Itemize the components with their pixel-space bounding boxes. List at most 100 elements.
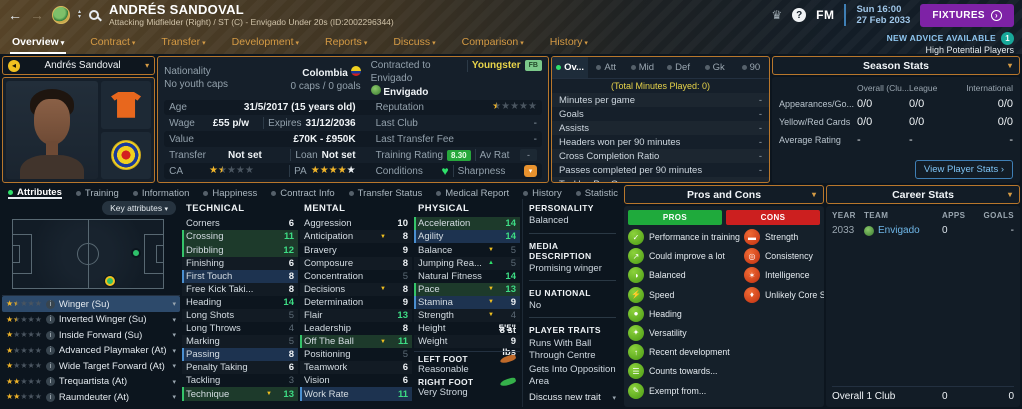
info-icon: i [45,315,55,325]
role-row[interactable]: ★ ★ ★ ★ ★ i Wide Target Forward (At) ▾ [2,358,180,374]
pa-label: PA [294,165,307,177]
tab-reports[interactable]: Reports ▾ [323,32,369,54]
pros-button[interactable]: PROS [628,210,722,225]
wage-value: £55 p/w [212,117,249,129]
career-stats-header[interactable]: Career Stats ▾ [826,185,1020,204]
pro-item[interactable]: ☰ Counts towards... [628,363,740,380]
subtab-statistic[interactable]: Statistic [575,185,618,199]
sharpness-icon[interactable]: ▾ [523,165,537,178]
tab-development[interactable]: Development ▾ [230,32,301,54]
team-link[interactable]: Envigado [864,225,942,236]
forward-arrow-icon[interactable]: → [30,7,44,23]
pro-item[interactable]: ✎ Exempt from... [628,382,740,399]
pro-item[interactable]: ↗ Could improve a lot [628,248,740,265]
tab-contract[interactable]: Contract ▾ [88,32,137,54]
reputation-label: Reputation [375,101,424,113]
search-icon[interactable] [89,10,100,20]
tab-dot-icon [203,190,209,196]
view-player-stats-link[interactable]: View Player Stats › [914,160,1013,179]
last-fee-value: - [533,133,537,145]
role-row[interactable]: ★ ★ ★ ★ ★ i Winger (Su) ▾ [2,296,180,312]
club-link[interactable]: Envigado [383,87,428,98]
tab-history[interactable]: History ▾ [548,32,590,54]
help-icon[interactable]: ? [792,8,807,22]
stats-tab-ov[interactable]: Ov... [551,57,589,78]
club-kit-icon[interactable] [101,81,152,129]
eu-national-value: No [529,300,542,312]
cons-button[interactable]: CONS [726,210,820,225]
subtab-information[interactable]: Information [132,185,189,199]
last-club-value: - [533,117,537,129]
season-stats-header[interactable]: Season Stats ▾ [772,56,1020,75]
stats-tab-gk[interactable]: Gk [697,57,733,78]
chevron-down-icon: ▾ [172,347,176,355]
advice-notification[interactable]: NEW ADVICE AVAILABLE 1 High Potential Pl… [887,32,1014,56]
con-item[interactable]: ▬ Strength [743,229,824,245]
info-icon: i [45,361,55,371]
pros-cons-header[interactable]: Pros and Cons ▾ [624,185,824,204]
stats-tab-mid[interactable]: Mid [624,57,660,78]
subtab-contract-info[interactable]: Contract Info [271,185,335,199]
subtab-training[interactable]: Training [75,185,119,199]
pro-item[interactable]: ✓ Performance in training [628,229,740,245]
club-badge-icon[interactable] [52,6,70,24]
discuss-new-trait[interactable]: Discuss new trait ▾ [529,392,616,403]
nation-badge-icon[interactable] [101,131,152,179]
role-row[interactable]: ★ ★ ★ ★ ★ i Advanced Playmaker (At) ▾ [2,343,180,359]
tab-transfer[interactable]: Transfer ▾ [159,32,207,54]
attribute-row: Strength ▼ 4 [414,309,520,322]
tab-overview[interactable]: Overview ▾ [10,32,67,54]
subtab-history[interactable]: History [523,185,562,199]
stats-tab-def[interactable]: Def [660,57,696,78]
role-row[interactable]: ★ ★ ★ ★ ★ i Raumdeuter (At) ▾ [2,389,180,405]
attribute-row: Penalty Taking 6 [182,361,298,374]
main-nav-tabs: Overview ▾ Contract ▾ Transfer ▾ Development ▾ R… [0,30,1022,54]
fixtures-button[interactable]: FIXTURES › [920,3,1014,27]
role-row[interactable]: ★ ★ ★ ★ ★ i Inverted Winger (Su) ▾ [2,312,180,328]
subtab-medical-report[interactable]: Medical Report [436,185,509,199]
tab-dot-icon [556,65,562,70]
personality-label: PERSONALITY [529,203,594,214]
attribute-row: Positioning 5 [304,349,408,361]
player-select-dropdown[interactable]: ◂ Andrés Sandoval ▾ [2,56,156,75]
left-boot-icon [499,353,517,365]
attribute-row: Acceleration 14 [414,217,520,231]
career-overall-label: Overall 1 Club [832,391,896,402]
stats-tab-90[interactable]: 90 [733,57,769,78]
attribute-row: First Touch 8 [182,269,298,283]
achievements-icon[interactable]: ♛ [771,8,782,22]
pro-item[interactable]: ◑ Balanced [628,267,740,284]
tab-discuss[interactable]: Discuss ▾ [391,32,437,54]
cycle-player-icon[interactable]: ▴ ▾ [78,9,81,20]
role-row[interactable]: ★ ★ ★ ★ ★ i Inside Forward (Su) ▾ [2,327,180,343]
tab-comparison[interactable]: Comparison ▾ [460,32,526,54]
con-item[interactable]: ◎ Consistency [743,248,824,265]
pro-item[interactable]: ⚡ Speed [628,286,740,303]
back-arrow-icon[interactable]: ← [8,7,22,23]
stat-row: Passes completed per 90 minutes - [558,164,762,176]
season-row: Appearances/Go... 0/0 0/0 0/0 [779,98,1013,110]
info-icon: i [45,346,55,356]
right-boot-icon [499,376,517,388]
pro-item[interactable]: ✦ Versatility [628,324,740,341]
match-stats-panel: Ov... Att Mid Def Gk 90 (Total Minutes Played… [550,56,770,183]
key-attributes-dropdown[interactable]: Key attributes ▾ [102,201,176,216]
con-item[interactable]: ✶ Intelligence [743,267,824,284]
subtab-transfer-status[interactable]: Transfer Status [348,185,422,199]
balance-icon: ◑ [628,267,644,284]
training-rating-badge[interactable]: 8.30 [447,149,471,161]
caps-value: 0 caps / 0 goals [290,80,361,92]
mental-title: MENTAL [304,203,346,215]
subtab-happiness[interactable]: Happiness [203,185,257,199]
con-item[interactable]: ♦Unlikely Core Social... [743,286,824,303]
role-row[interactable]: ★ ★ ★ ★ ★ i Trequartista (At) ▾ [2,374,180,390]
media-description-value: Promising winger [529,262,602,274]
season-row: Yellow/Red Cards 0/0 0/0 0/0 [779,116,1013,128]
pro-item[interactable]: ● Heading [628,305,740,322]
pro-item[interactable]: ↑ Recent development [628,344,740,361]
subtab-attributes[interactable]: Attributes [8,185,62,200]
ca-stars: ★ ★ ★ ★ ★ [209,165,254,177]
trend-down-icon: ▼ [488,312,494,319]
stats-tab-att[interactable]: Att [588,57,624,78]
social-icon: ♦ [743,286,760,303]
